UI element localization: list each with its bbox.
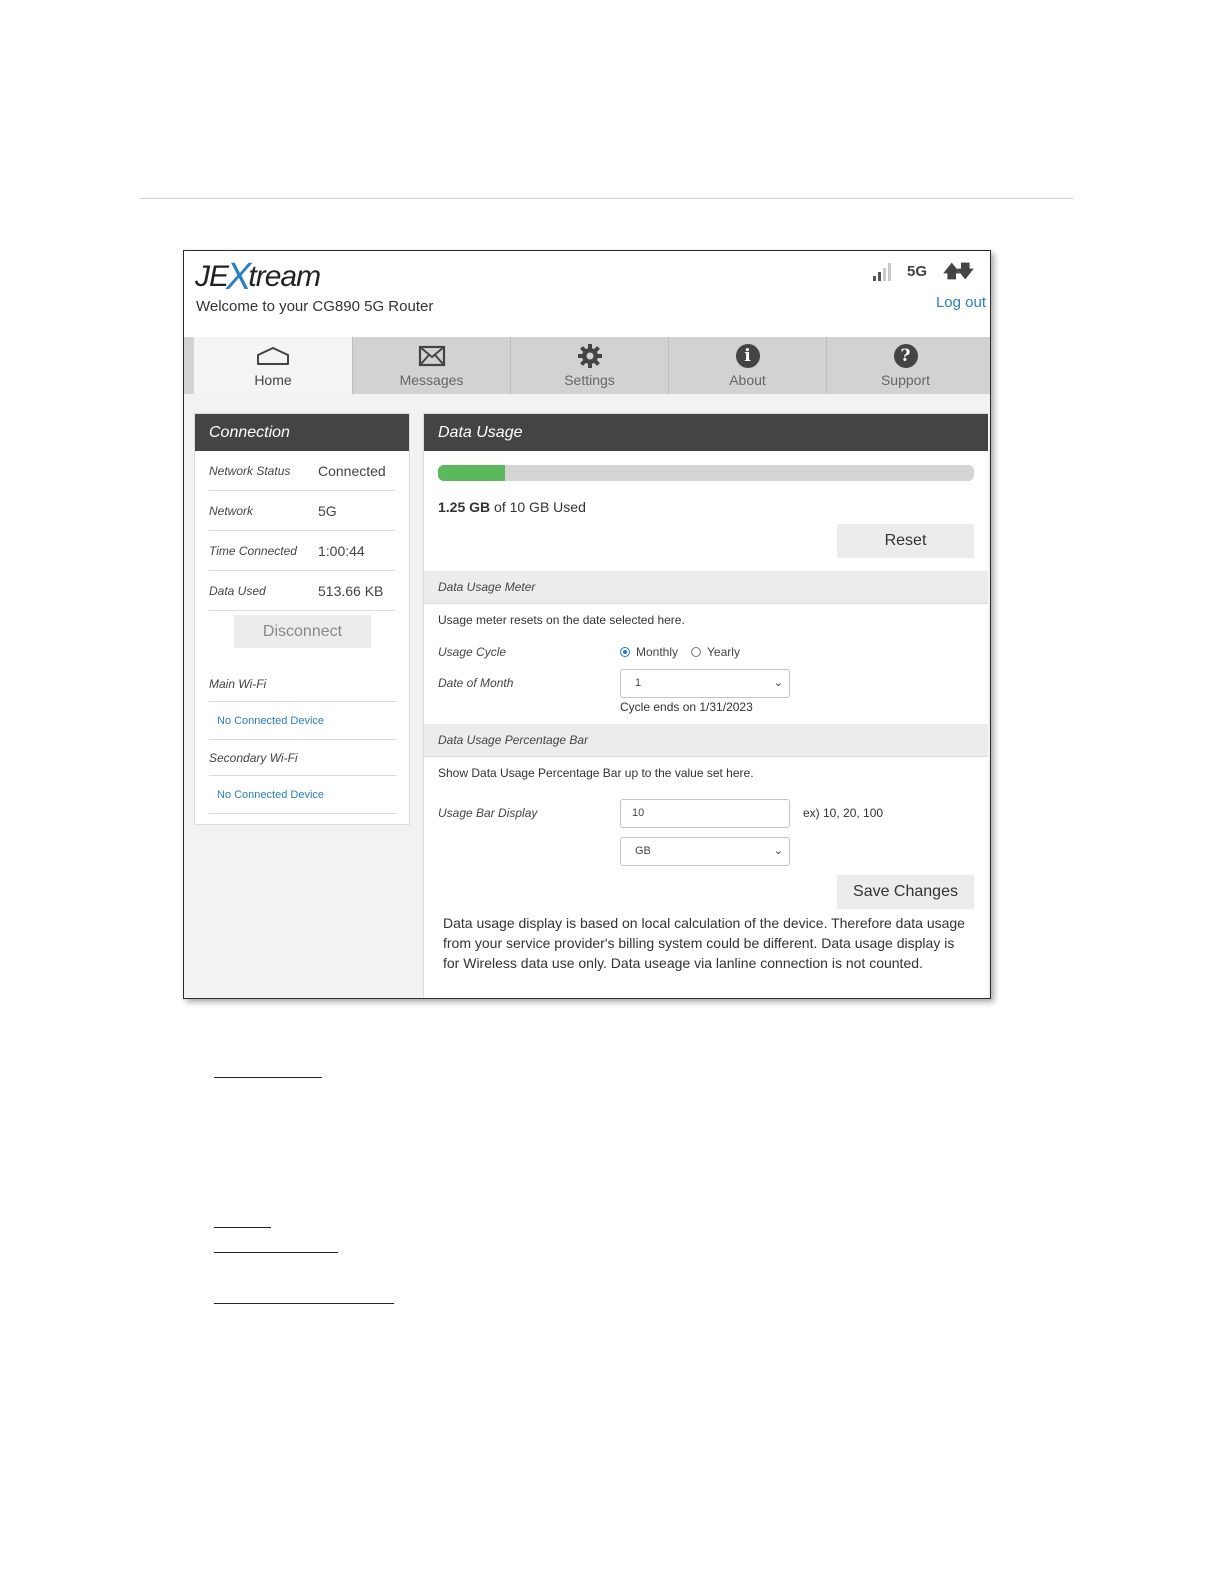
data-usage-panel: Data Usage 1.25 GB of 10 GB Used Reset D… [423,413,988,998]
connection-title: Connection [195,414,409,451]
status-icons: 5G 🡅🡇 [873,261,974,281]
yearly-radio[interactable] [691,647,702,657]
usage-summary: 1.25 GB of 10 GB Used [438,499,586,515]
tab-home[interactable]: Home [194,337,352,394]
date-of-month-label: Date of Month [438,676,514,690]
usage-progress-bar [438,465,974,481]
tab-home-label: Home [254,372,292,388]
tab-about-label: About [729,372,766,388]
monthly-label: Monthly [636,645,679,659]
row-value: 1:00:44 [318,542,365,559]
data-used-row: Data Used 513.66 KB [209,571,395,611]
row-label: Network [209,503,254,518]
underline-mark [214,1077,322,1078]
connection-panel: Connection Network Status Connected Netw… [194,413,410,825]
used-suffix: of 10 GB Used [490,499,586,515]
tab-messages-label: Messages [399,372,464,388]
disconnect-button[interactable]: Disconnect [234,615,371,648]
reset-button[interactable]: Reset [837,524,974,558]
date-of-month-value: 1 [635,677,642,689]
secondary-wifi-label: Secondary Wi-Fi [209,740,397,776]
row-label: Network Status [209,463,291,478]
percentage-bar-description: Show Data Usage Percentage Bar up to the… [438,766,754,780]
usage-cycle-options: Monthly Yearly [620,645,740,659]
row-label: Time Connected [209,543,297,558]
meter-description: Usage meter resets on the date selected … [438,613,685,627]
welcome-text: Welcome to your CG890 5G Router [196,298,434,315]
usage-bar-display-input[interactable]: 10 [620,799,790,828]
monthly-radio[interactable] [620,647,630,657]
gear-icon [577,342,603,370]
secondary-wifi-device-link[interactable]: No Connected Device [209,776,397,814]
tab-settings-label: Settings [564,372,615,388]
unit-select[interactable]: GB ⌄ [620,837,790,866]
main-nav: Home Messages Settings i About ? Support [184,337,990,394]
underline-mark [214,1252,338,1253]
main-wifi-label: Main Wi-Fi [209,666,397,702]
usage-bar-display-hint: ex) 10, 20, 100 [803,806,884,820]
usage-progress-fill [438,465,505,481]
up-down-arrows-icon: 🡅🡇 [943,262,974,281]
help-icon: ? [893,344,918,368]
cycle-ends-text: Cycle ends on 1/31/2023 [620,700,753,714]
home-icon [256,342,290,370]
row-value: 5G [318,502,337,519]
network-row: Network 5G [209,491,395,531]
data-usage-title: Data Usage [424,414,988,451]
chevron-down-icon: ⌄ [773,845,783,857]
percentage-bar-section-header: Data Usage Percentage Bar [424,724,988,757]
date-of-month-select[interactable]: 1 ⌄ [620,669,790,698]
underline-mark [214,1227,271,1228]
underline-mark [214,1303,394,1304]
network-type-indicator: 5G [907,263,928,280]
tab-about[interactable]: i About [668,337,826,394]
tab-messages[interactable]: Messages [352,337,510,394]
tab-settings[interactable]: Settings [510,337,668,394]
usage-bar-display-label: Usage Bar Display [438,806,538,820]
used-amount: 1.25 GB [438,499,491,515]
usage-cycle-label: Usage Cycle [438,645,507,659]
network-status-row: Network Status Connected [209,451,395,491]
tab-support-label: Support [880,372,931,388]
row-label: Data Used [209,583,266,598]
page-divider [140,198,1073,199]
yearly-label: Yearly [707,645,740,659]
jextream-logo: JEXtream [195,256,321,298]
meter-section-header: Data Usage Meter [424,571,988,604]
chevron-down-icon: ⌄ [773,677,783,689]
content-area: Connection Network Status Connected Netw… [184,394,990,998]
logout-link[interactable]: Log out [936,294,986,311]
unit-value: GB [635,845,651,857]
info-icon: i [735,344,760,368]
envelope-icon [418,342,446,370]
signal-strength-icon [873,263,892,281]
row-value: Connected [318,462,386,479]
tab-support[interactable]: ? Support [826,337,984,394]
time-connected-row: Time Connected 1:00:44 [209,531,395,571]
row-value: 513.66 KB [318,582,384,599]
main-wifi-device-link[interactable]: No Connected Device [209,702,397,740]
save-changes-button[interactable]: Save Changes [837,875,974,909]
router-window: JEXtream Welcome to your CG890 5G Router… [183,250,991,999]
usage-disclaimer: Data usage display is based on local cal… [443,915,965,971]
